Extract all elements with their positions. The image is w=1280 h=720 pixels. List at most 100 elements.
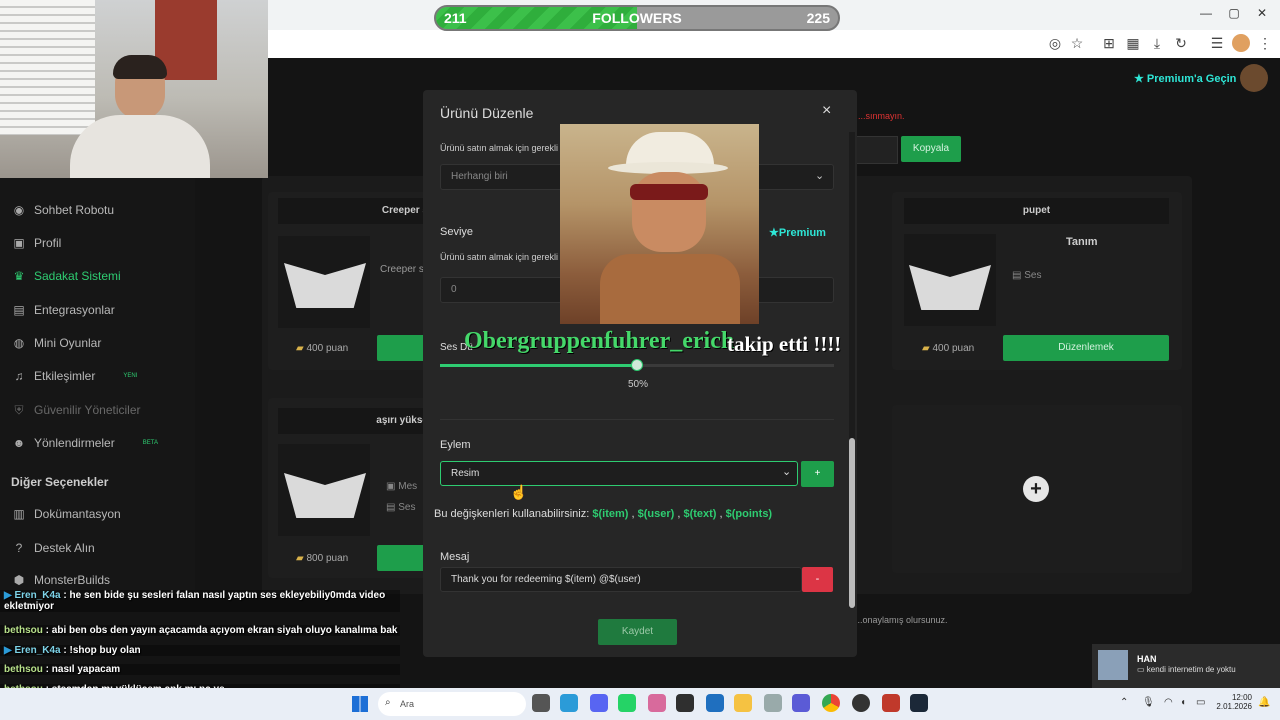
requirement-select-value: Herhangi biri (451, 171, 508, 182)
chevron-down-icon: ⌄ (782, 466, 792, 478)
reward-card-desc: Mes (398, 481, 418, 492)
sidebar-item[interactable]: ⛨ Güvenilir Yöneticiler (12, 398, 141, 422)
points-label: 400 puan (306, 343, 349, 354)
search-placeholder: Ara (400, 699, 415, 709)
doc-icon: ▥ (13, 507, 25, 521)
bookmark-star-icon[interactable]: ☆ (1068, 34, 1086, 52)
reward-card-sound: ▤ Ses (1012, 270, 1042, 281)
mouse-cursor: ☝ (510, 484, 528, 500)
taskbar-search[interactable]: Ara (378, 692, 526, 716)
sidebar-item[interactable]: ◉ Sohbet Robotu (12, 198, 114, 222)
add-circle-icon[interactable]: + (1023, 476, 1049, 502)
profile-icon: ▣ (13, 236, 25, 250)
message-input[interactable]: Thank you for redeeming $(item) @$(user) (440, 567, 802, 592)
clock-time: 12:00 (1231, 693, 1252, 702)
sidebar-item[interactable]: ? Destek Alın (12, 536, 95, 560)
modal-scrollbar-thumb[interactable] (849, 438, 855, 608)
coin-icon: ▰ (922, 343, 930, 354)
edit-button[interactable] (377, 335, 425, 361)
window-blinds (0, 0, 95, 135)
volume-slider-thumb[interactable] (631, 359, 643, 371)
coin-icon: ▰ (296, 553, 304, 564)
reward-card-title: Creeper s (278, 198, 428, 224)
chrome-icon[interactable] (822, 694, 840, 712)
task-view-icon[interactable] (532, 694, 550, 712)
var-text: $(text) (683, 508, 717, 520)
sidebar-item[interactable]: ◍ Mini Oyunlar (12, 331, 102, 355)
sidebar-item-label: Etkileşimler (34, 369, 96, 383)
history-icon[interactable]: ↻ (1172, 34, 1190, 52)
sidebar-item[interactable]: ☻ Yönlendirmeler BETA (12, 431, 158, 455)
chat-message: ▶ Eren_K4a : !shop buy olan (0, 645, 400, 656)
chevron-up-icon[interactable]: ⌃ (1120, 697, 1128, 708)
action-select[interactable]: Resim (440, 461, 798, 486)
app-icon[interactable] (792, 694, 810, 712)
copilot-icon[interactable] (560, 694, 578, 712)
level-label: Seviye (440, 226, 474, 238)
sidebar-item[interactable]: ▥ Dokümantasyon (12, 502, 120, 526)
followers-label: FOLLOWERS (592, 10, 682, 26)
taskbar (0, 688, 1280, 720)
app-icon[interactable] (764, 694, 782, 712)
reward-card-sound: ▤ Ses (386, 502, 416, 513)
mail-icon[interactable] (706, 694, 724, 712)
reading-list-icon[interactable]: ☰ (1208, 34, 1226, 52)
streamer-shirt (70, 115, 210, 178)
save-button[interactable]: Kaydet (598, 619, 677, 645)
store-icon[interactable] (676, 694, 694, 712)
volume-icon[interactable]: ◖ (1180, 697, 1186, 708)
eye-off-icon[interactable]: ◎ (1046, 34, 1064, 52)
whatsapp-icon[interactable] (618, 694, 636, 712)
app-icon[interactable] (882, 694, 900, 712)
close-window-icon[interactable]: ✕ (1252, 6, 1272, 20)
variables-intro: Bu değişkenleri kullanabilirsiniz: (434, 508, 590, 520)
copy-input[interactable] (856, 136, 898, 164)
sunglasses-shape (630, 184, 708, 200)
premium-link[interactable]: ★ Premium'a Geçin (1134, 72, 1236, 85)
edit-button[interactable] (377, 545, 425, 571)
sidebar-item[interactable]: ♛ Sadakat Sistemi (12, 264, 121, 288)
steam-icon[interactable] (910, 694, 928, 712)
sidebar-item[interactable]: ▤ Entegrasyonlar (12, 298, 114, 322)
profile-avatar-icon[interactable] (1232, 34, 1250, 52)
sidebar-section-heading: Diğer Seçenekler (11, 475, 109, 489)
copy-button[interactable]: Kopyala (901, 136, 961, 162)
discord-icon[interactable] (590, 694, 608, 712)
sidebar-item-label: Güvenilir Yöneticiler (34, 403, 141, 417)
trophy-icon: ♛ (13, 269, 25, 283)
alert-image (560, 124, 759, 324)
obs-icon[interactable] (852, 694, 870, 712)
sidebar-item[interactable]: ⬢ MonsterBuilds (12, 568, 110, 592)
file-explorer-icon[interactable] (734, 694, 752, 712)
modal-title: Ürünü Düzenle (440, 105, 534, 121)
sidebar-item-label: Profil (34, 236, 62, 250)
followers-goal: 225 (806, 10, 830, 26)
menu-dots-icon[interactable]: ⋮ (1256, 34, 1274, 52)
wifi-icon[interactable]: ◠ (1164, 697, 1173, 708)
translate-icon[interactable]: ⊞ (1100, 34, 1118, 52)
battery-icon[interactable]: ▭ (1196, 697, 1205, 708)
extensions-icon[interactable]: ▦ (1124, 34, 1142, 52)
sidebar-item-label: Sohbet Robotu (34, 203, 115, 217)
sidebar-item[interactable]: ♫ Etkileşimler YENI (12, 364, 138, 388)
taskbar-clock[interactable]: 12:00 2.01.2026 (1216, 693, 1252, 711)
download-icon[interactable]: ⤓ (1148, 34, 1166, 52)
remove-message-button[interactable]: - (802, 567, 833, 592)
sidebar-item[interactable]: ▣ Profil (12, 231, 61, 255)
notification-bell-icon[interactable]: 🔔 (1258, 697, 1270, 708)
minimize-icon[interactable]: — (1196, 6, 1216, 20)
edit-button[interactable]: Düzenlemek (1003, 335, 1169, 361)
app-icon[interactable] (648, 694, 666, 712)
microphone-icon[interactable]: 🎙 (1142, 697, 1155, 708)
chat-message: ▶ Eren_K4a : he sen bide şu sesleri fala… (0, 590, 400, 612)
windows-start-icon[interactable] (352, 696, 368, 712)
close-icon[interactable]: × (822, 102, 831, 120)
message-label: Mesaj (440, 551, 470, 563)
sidebar-item-label: Mini Oyunlar (34, 336, 102, 350)
add-action-button[interactable]: + (801, 461, 834, 487)
chat-text: : abi ben obs den yayın açacamda açıyom … (45, 625, 398, 636)
maximize-icon[interactable]: ▢ (1224, 6, 1244, 20)
user-avatar[interactable] (1240, 64, 1268, 92)
required-label: Ürünü satın almak için gerekli a (440, 143, 566, 153)
reward-points: ▰ 400 puan (922, 343, 974, 354)
